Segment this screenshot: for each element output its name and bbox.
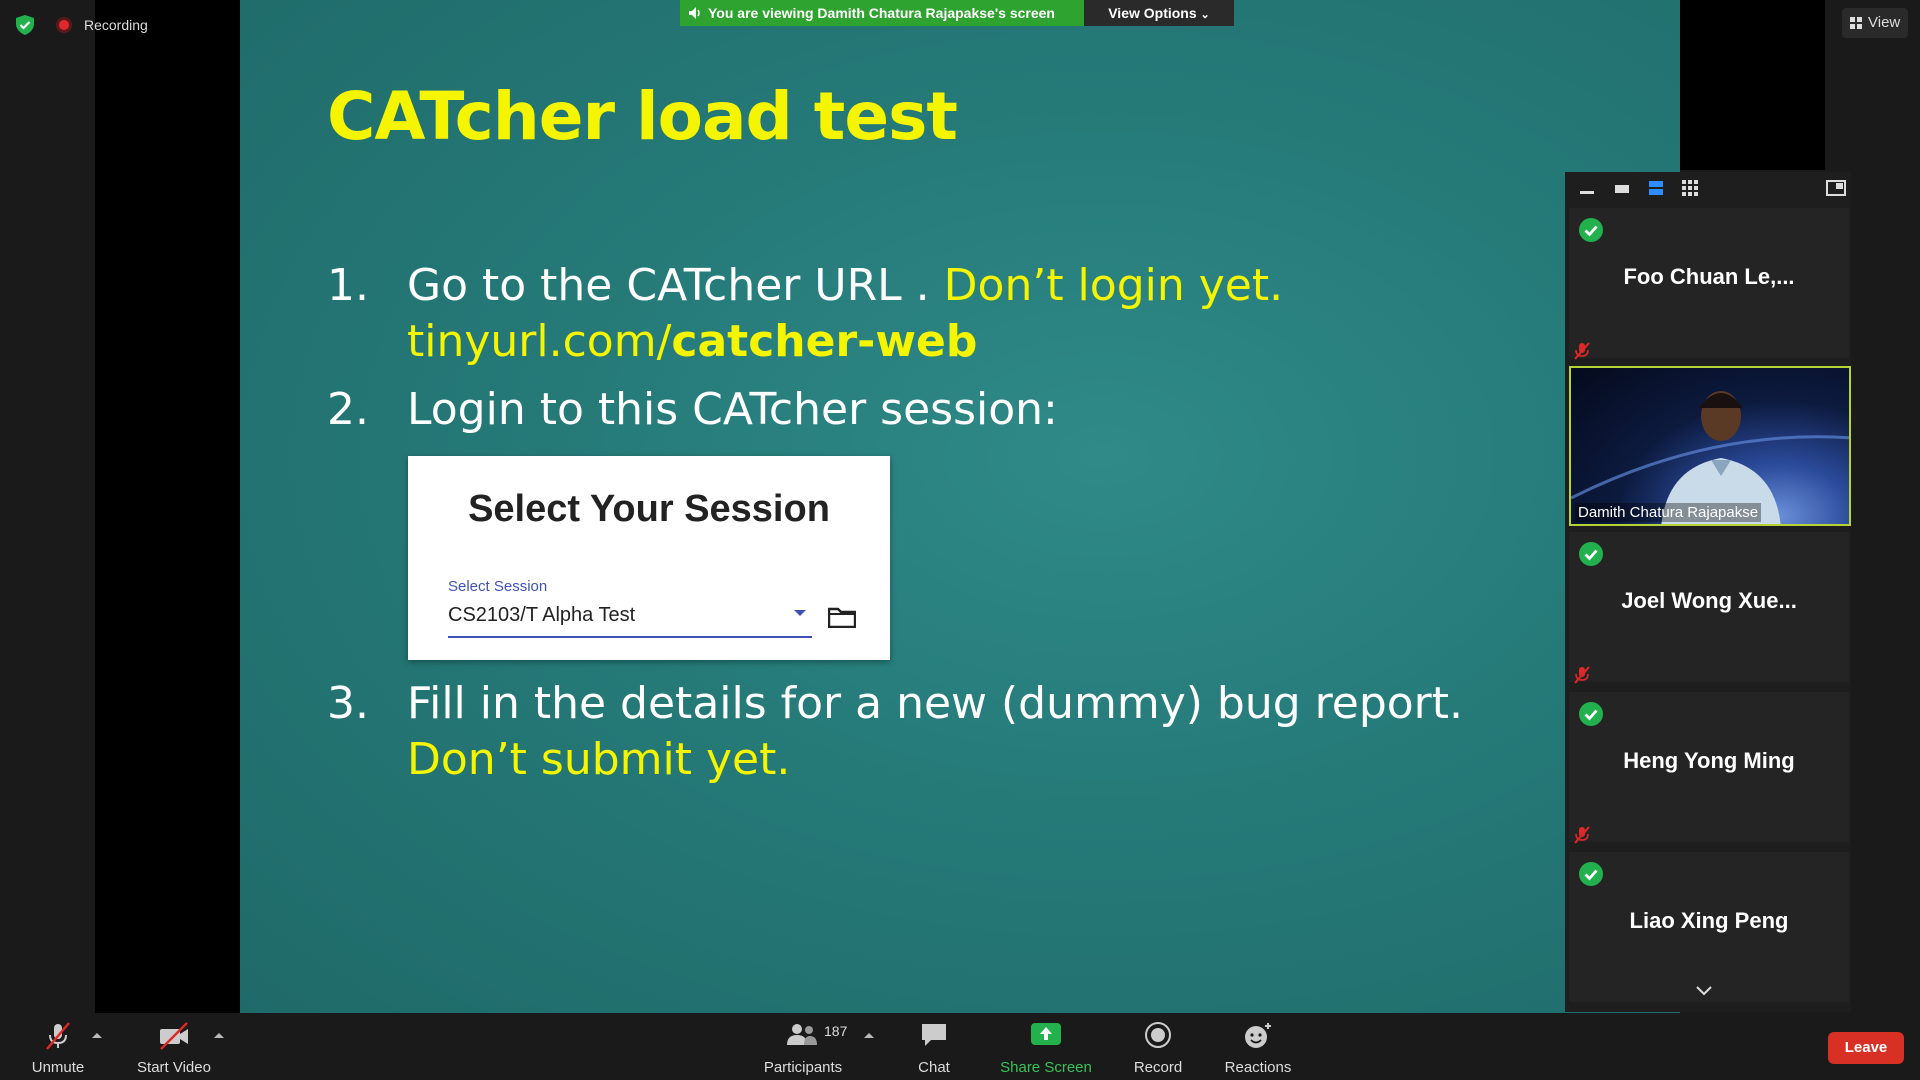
participant-tile[interactable]: Foo Chuan Le,... xyxy=(1569,208,1849,358)
minimize-icon[interactable] xyxy=(1579,180,1595,196)
meeting-toolbar: Unmute Start Video 187 Participants Chat… xyxy=(0,1013,1920,1080)
url-bold: catcher-web xyxy=(671,316,978,367)
record-button[interactable]: Record xyxy=(1122,1013,1194,1080)
item-number: 3. xyxy=(327,678,369,729)
participant-tile[interactable]: Heng Yong Ming xyxy=(1569,692,1849,842)
participant-name: Foo Chuan Le,... xyxy=(1623,264,1795,289)
participants-icon xyxy=(787,1024,817,1045)
reactions-icon xyxy=(1245,1023,1271,1048)
select-session-value: CS2103/T Alpha Test xyxy=(448,604,636,626)
chat-icon xyxy=(922,1024,946,1046)
session-card-image: Select Your Session Select Session CS210… xyxy=(408,456,890,660)
viewing-banner-text: You are viewing Damith Chatura Rajapakse… xyxy=(708,5,1055,21)
participants-caret-icon[interactable] xyxy=(864,1033,874,1038)
view-options-button[interactable]: View Options ⌄ xyxy=(1084,0,1234,26)
video-name-label: Damith Chatura Rajapakse xyxy=(1575,503,1762,522)
session-card-title: Select Your Session xyxy=(468,488,830,530)
viewing-screen-banner: You are viewing Damith Chatura Rajapakse… xyxy=(680,0,1084,26)
letterbox-right xyxy=(1680,0,1825,170)
participant-name: Liao Xing Peng xyxy=(1629,908,1789,933)
mic-muted-icon xyxy=(1574,666,1590,684)
leave-button[interactable]: Leave xyxy=(1828,1032,1904,1064)
share-screen-icon xyxy=(1031,1023,1061,1045)
view-button[interactable]: View xyxy=(1842,8,1908,38)
speaker-icon xyxy=(689,7,700,19)
participants-button[interactable]: 187 Participants xyxy=(756,1013,850,1080)
record-label: Record xyxy=(1133,1059,1183,1076)
participant-name: Joel Wong Xue... xyxy=(1621,588,1797,613)
audio-options-caret-icon[interactable] xyxy=(92,1033,102,1038)
mic-muted-icon xyxy=(1574,826,1590,844)
check-icon xyxy=(1579,862,1603,886)
shared-screen-slide: CATcher load test 1. Go to the CATcher UR… xyxy=(240,0,1680,1013)
zoom-window: CATcher load test 1. Go to the CATcher UR… xyxy=(0,0,1920,1080)
start-video-button[interactable]: Start Video xyxy=(128,1013,220,1080)
participant-name: Heng Yong Ming xyxy=(1623,748,1795,773)
slide-item-1: 1. Go to the CATcher URL . Don’t login ye… xyxy=(327,258,1283,314)
chevron-down-icon: ⌄ xyxy=(1200,9,1210,21)
grid-view-icon xyxy=(1850,17,1862,29)
unmute-label: Unmute xyxy=(31,1059,85,1076)
pop-out-icon[interactable] xyxy=(1826,180,1846,196)
url-prefix: tinyurl.com/ xyxy=(407,316,672,367)
reactions-button[interactable]: Reactions xyxy=(1218,1013,1298,1080)
unmute-button[interactable]: Unmute xyxy=(18,1013,98,1080)
mic-muted-icon xyxy=(46,1022,70,1050)
folder-icon xyxy=(828,607,856,628)
item-text: Go to the CATcher URL . xyxy=(407,260,944,311)
chat-label: Chat xyxy=(918,1059,950,1076)
chat-button[interactable]: Chat xyxy=(898,1013,970,1080)
share-screen-button[interactable]: Share Screen xyxy=(996,1013,1096,1080)
select-session-label: Select Session xyxy=(448,578,548,595)
slide-item-2: 2. Login to this CATcher session: xyxy=(327,382,1058,438)
start-video-label: Start Video xyxy=(137,1059,211,1076)
recording-label: Recording xyxy=(84,17,148,33)
active-speaker-video[interactable]: Damith Chatura Rajapakse xyxy=(1569,366,1851,526)
check-icon xyxy=(1579,702,1603,726)
participant-tile[interactable]: Liao Xing Peng xyxy=(1569,852,1849,1002)
strip-view-icon[interactable] xyxy=(1648,180,1664,196)
security-shield-icon[interactable] xyxy=(14,14,36,36)
check-icon xyxy=(1579,218,1603,242)
speaker-view-icon[interactable] xyxy=(1614,180,1630,196)
dropdown-arrow-icon xyxy=(794,610,806,616)
item-highlight: Don’t login yet. xyxy=(943,260,1284,311)
letterbox-left xyxy=(95,0,240,1013)
item-number: 2. xyxy=(327,384,369,435)
slide-item-3: 3. Fill in the details for a new (dummy) … xyxy=(327,676,1463,732)
participants-count: 187 xyxy=(824,1023,848,1039)
view-label: View xyxy=(1868,14,1901,31)
check-icon xyxy=(1579,542,1603,566)
participant-video-panel: Foo Chuan Le,... Damith Chatura Rajapaks… xyxy=(1565,172,1851,1012)
scroll-down-chevron-icon[interactable] xyxy=(1695,984,1713,998)
participants-label: Participants xyxy=(763,1059,843,1076)
slide-item-3-continuation: Don’t submit yet. xyxy=(407,734,791,785)
video-off-icon xyxy=(160,1022,188,1050)
share-screen-label: Share Screen xyxy=(1000,1059,1092,1076)
mic-muted-icon xyxy=(1574,342,1590,360)
item-text: Login to this CATcher session: xyxy=(407,384,1058,435)
item-number: 1. xyxy=(327,260,369,311)
reactions-label: Reactions xyxy=(1224,1059,1292,1076)
gallery-view-icon[interactable] xyxy=(1682,180,1698,196)
recording-dot-icon[interactable] xyxy=(56,17,72,33)
view-options-label: View Options xyxy=(1108,5,1197,21)
panel-toolbar xyxy=(1565,172,1851,204)
select-underline xyxy=(448,636,812,638)
video-options-caret-icon[interactable] xyxy=(214,1033,224,1038)
participant-tile[interactable]: Joel Wong Xue... xyxy=(1569,532,1849,682)
slide-url: tinyurl.com/catcher-web xyxy=(407,314,977,370)
slide-title: CATcher load test xyxy=(327,78,958,155)
record-icon xyxy=(1145,1022,1171,1048)
item-text: Fill in the details for a new (dummy) bu… xyxy=(407,678,1463,729)
